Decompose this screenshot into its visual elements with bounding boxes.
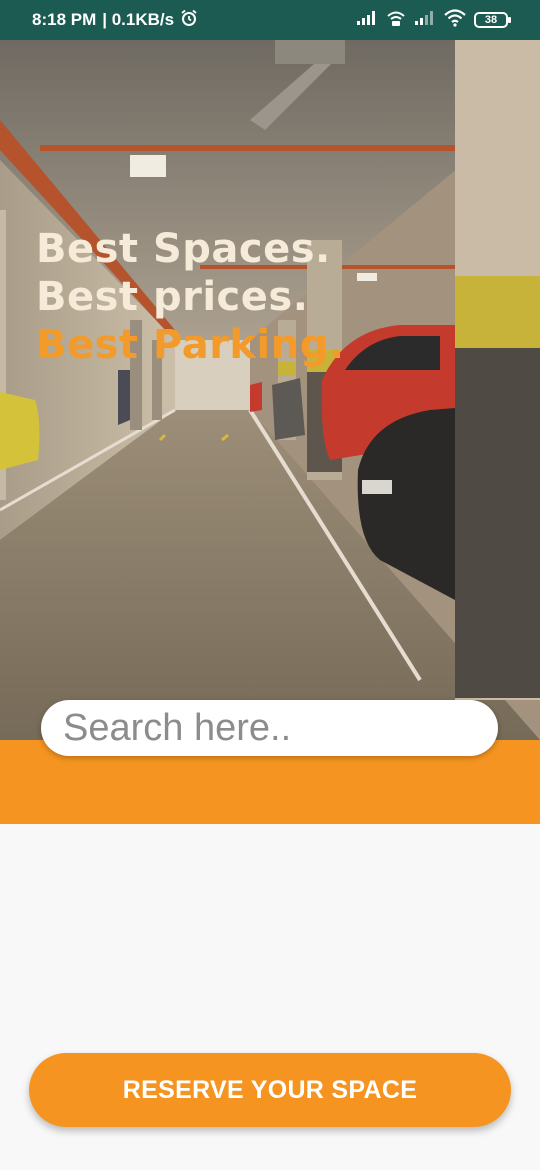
parking-garage-illustration	[0, 40, 540, 740]
headline-line-prices: Best prices.	[36, 274, 309, 320]
app-screen: 8:18 PM | 0.1KB/s 38 Best Spaces. Best p…	[0, 0, 540, 1170]
alarm-icon	[180, 9, 198, 32]
wifi-icon	[444, 8, 466, 32]
search-input[interactable]	[63, 706, 540, 750]
headline-line-parking: Best Parking.	[36, 322, 345, 368]
signal-icon-2	[414, 10, 436, 31]
signal-icon	[356, 10, 378, 31]
headline-line-spaces: Best Spaces.	[36, 226, 331, 272]
battery-level: 38	[484, 14, 498, 26]
status-right: 38	[356, 8, 511, 32]
status-left: 8:18 PM | 0.1KB/s	[32, 9, 198, 32]
network-speed: | 0.1KB/s	[102, 10, 175, 29]
hero-image: Best Spaces. Best prices. Best Parking.	[0, 40, 540, 740]
reserve-space-button[interactable]: RESERVE YOUR SPACE	[29, 1053, 511, 1127]
status-time: 8:18 PM	[32, 10, 97, 29]
hero-headline: Best Spaces. Best prices. Best Parking.	[36, 225, 345, 369]
hd-wifi-calling-icon	[386, 9, 406, 32]
battery-icon: 38	[474, 12, 511, 28]
search-bar[interactable]	[41, 700, 540, 756]
status-bar: 8:18 PM | 0.1KB/s 38	[0, 0, 540, 40]
